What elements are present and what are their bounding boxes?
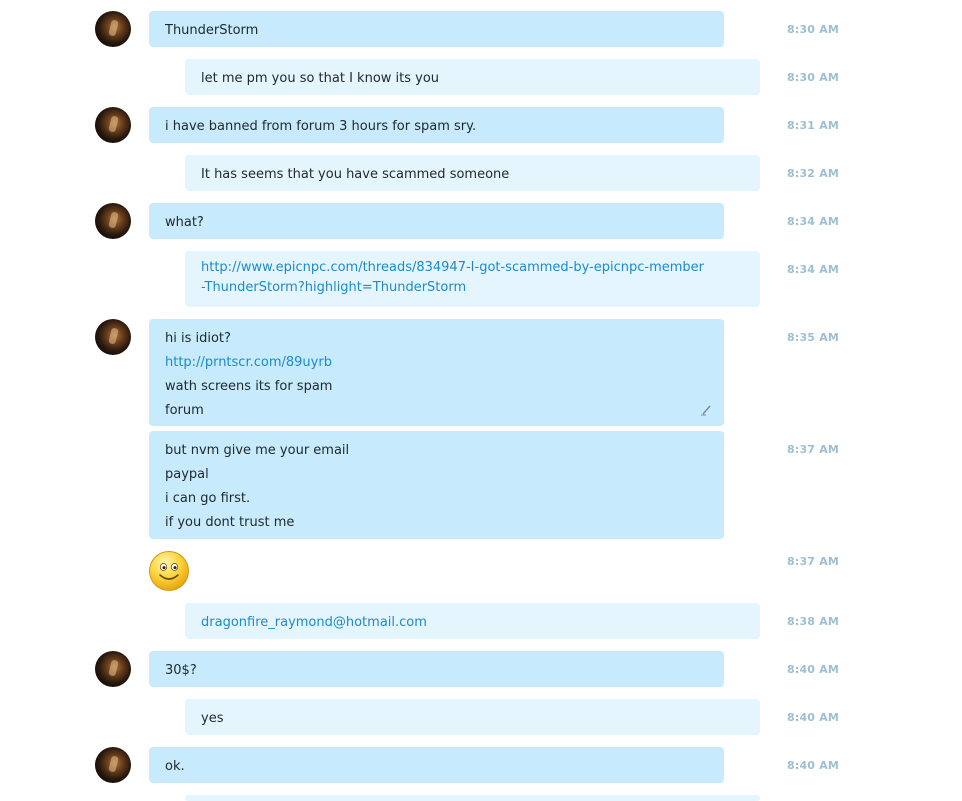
message-timestamp: 8:40 AM: [787, 711, 840, 724]
message-link[interactable]: dragonfire_raymond@hotmail.com: [201, 611, 744, 635]
contact-avatar[interactable]: [95, 203, 131, 239]
message-text: if you dont trust me: [165, 515, 295, 530]
contact-avatar[interactable]: [95, 319, 131, 355]
message-text: let me pm you so that I know its you: [201, 71, 440, 86]
contact-avatar[interactable]: [95, 11, 131, 47]
contact-avatar[interactable]: [95, 651, 131, 687]
message-link[interactable]: -ThunderStorm?highlight=ThunderStorm: [201, 278, 744, 298]
message-timestamp: 8:30 AM: [787, 71, 840, 84]
outgoing-message[interactable]: yes: [185, 699, 760, 735]
message-text: ThunderStorm: [165, 23, 259, 38]
message-timestamp: 8:37 AM: [787, 555, 840, 568]
outgoing-message[interactable]: http://www.epicnpc.com/threads/834947-I-…: [185, 251, 760, 307]
message-text: hi is idiot?: [165, 331, 231, 346]
contact-avatar[interactable]: [95, 107, 131, 143]
message-text: yes: [201, 711, 224, 726]
message-text: i can go first.: [165, 491, 251, 506]
message-text: paypal: [165, 467, 209, 482]
outgoing-message[interactable]: [185, 795, 760, 801]
message-timestamp: 8:30 AM: [787, 23, 840, 36]
message-link[interactable]: http://www.epicnpc.com/threads/834947-I-…: [201, 258, 744, 278]
outgoing-message[interactable]: dragonfire_raymond@hotmail.com: [185, 603, 760, 639]
message-timestamp: 8:40 AM: [787, 663, 840, 676]
message-text: It has seems that you have scammed someo…: [201, 167, 510, 182]
message-timestamp: 8:31 AM: [787, 119, 840, 132]
incoming-message[interactable]: 30$?: [149, 651, 724, 687]
incoming-message[interactable]: but nvm give me your email paypal i can …: [149, 431, 724, 539]
message-timestamp: 8:38 AM: [787, 615, 840, 628]
message-link[interactable]: http://prntscr.com/89uyrb: [165, 351, 708, 375]
message-timestamp: 8:34 AM: [787, 215, 840, 228]
message-text: ok.: [165, 759, 185, 774]
message-text: 30$?: [165, 663, 197, 678]
incoming-message[interactable]: ThunderStorm: [149, 11, 724, 47]
incoming-message[interactable]: hi is idiot? http://prntscr.com/89uyrb w…: [149, 319, 724, 426]
message-timestamp: 8:35 AM: [787, 331, 840, 344]
outgoing-message[interactable]: It has seems that you have scammed someo…: [185, 155, 760, 191]
message-text: but nvm give me your email: [165, 443, 350, 458]
incoming-message[interactable]: i have banned from forum 3 hours for spa…: [149, 107, 724, 143]
incoming-message[interactable]: ok.: [149, 747, 724, 783]
message-text: what?: [165, 215, 204, 230]
message-text: forum: [165, 403, 204, 418]
message-timestamp: 8:37 AM: [787, 443, 840, 456]
message-text: i have banned from forum 3 hours for spa…: [165, 119, 477, 134]
smile-emoticon-icon[interactable]: [148, 550, 190, 592]
message-timestamp: 8:40 AM: [787, 759, 840, 772]
incoming-message[interactable]: what?: [149, 203, 724, 239]
message-timestamp: 8:32 AM: [787, 167, 840, 180]
edited-pencil-icon: [701, 405, 711, 416]
outgoing-message[interactable]: let me pm you so that I know its you: [185, 59, 760, 95]
message-timestamp: 8:34 AM: [787, 263, 840, 276]
contact-avatar[interactable]: [95, 747, 131, 783]
message-text: wath screens its for spam: [165, 379, 333, 394]
